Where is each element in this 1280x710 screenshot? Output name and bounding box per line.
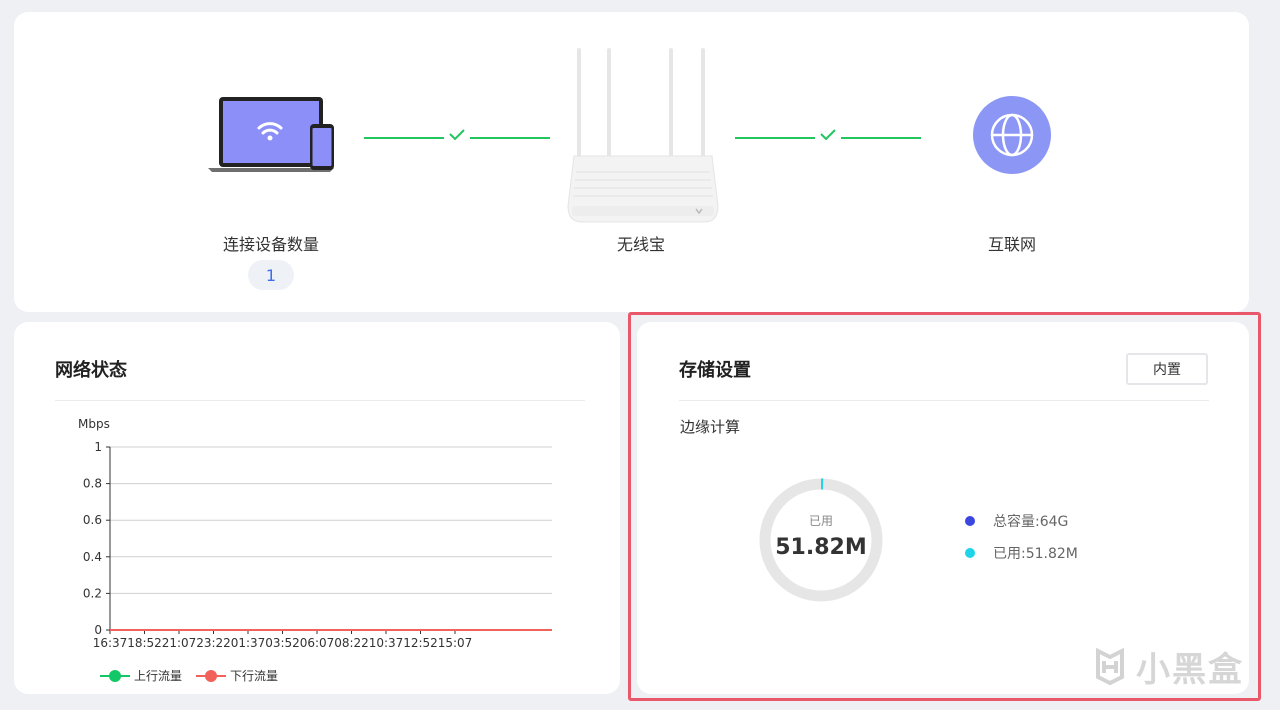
watermark-text: 小黑盒 <box>1136 650 1244 690</box>
y-tick-label: 0.6 <box>83 513 102 527</box>
heybox-logo-icon <box>1096 647 1124 685</box>
legend-upload-label: 上行流量 <box>134 669 183 683</box>
network-status-card: 网络状态 Mbps 0 0.2 0.4 0.6 0.8 1 16:37 18:52 21:07… <box>14 322 620 694</box>
y-tick-label: 0.2 <box>83 586 102 600</box>
x-tick-label: 18:52 <box>127 636 162 650</box>
check-icon <box>449 129 465 141</box>
divider <box>679 400 1209 401</box>
x-tick-label: 08:22 <box>334 636 369 650</box>
legend-download-marker <box>196 669 227 682</box>
donut-caption: 已用 51.82M <box>751 512 891 560</box>
y-axis-unit: Mbps <box>78 417 110 431</box>
traffic-line-chart: Mbps 0 0.2 0.4 0.6 0.8 1 16:37 18:52 21:07 23:22… <box>78 417 552 650</box>
legend-used-capacity: 已用:51.82M <box>965 543 1078 563</box>
legend-upload-marker <box>100 669 130 682</box>
x-tick-label: 01:37 <box>231 636 266 650</box>
router-node[interactable] <box>562 46 724 226</box>
donut-used-value: 51.82M <box>775 535 867 560</box>
x-tick-label: 06:07 <box>300 636 335 650</box>
edge-computing-label: 边缘计算 <box>680 418 741 436</box>
x-tick-label: 12:52 <box>403 636 438 650</box>
chart-legend: 上行流量 下行流量 <box>100 667 292 684</box>
legend-upload[interactable]: 上行流量 <box>100 667 182 684</box>
storage-legend: 总容量:64G 已用:51.82M <box>965 511 1078 575</box>
x-tick-label: 10:37 <box>369 636 404 650</box>
divider <box>55 400 585 401</box>
internet-node[interactable] <box>972 95 1052 175</box>
devices-count-badge[interactable]: 1 <box>248 260 294 290</box>
connected-devices-node[interactable] <box>206 94 336 179</box>
network-status-title: 网络状态 <box>55 360 127 381</box>
builtin-storage-button[interactable]: 内置 <box>1126 353 1208 385</box>
x-tick-label: 03:52 <box>265 636 300 650</box>
y-tick-label: 0.4 <box>83 550 102 564</box>
link-connected-1 <box>364 129 550 141</box>
storage-settings-card: 存储设置 内置 边缘计算 已用 51.82M 总容量:64G 已用:51.82M <box>637 322 1249 694</box>
check-icon <box>820 129 836 141</box>
donut-used-label: 已用 <box>808 514 833 528</box>
globe-icon <box>973 96 1051 174</box>
legend-download-label: 下行流量 <box>230 669 279 683</box>
network-topology-card: 连接设备数量 1 无线宝 互联网 <box>14 12 1249 312</box>
link-connected-2 <box>735 129 921 141</box>
laptop-phone-icon <box>208 97 334 172</box>
router-label: 无线宝 <box>616 235 665 254</box>
legend-used-text: 已用:51.82M <box>993 546 1078 562</box>
router-icon <box>567 48 719 223</box>
legend-download[interactable]: 下行流量 <box>196 667 278 684</box>
x-tick-label: 16:37 <box>93 636 128 650</box>
y-tick-label: 1 <box>94 440 102 454</box>
internet-label: 互联网 <box>987 235 1036 254</box>
x-tick-label: 15:07 <box>438 636 473 650</box>
bullet-total-dot <box>965 516 975 526</box>
watermark: 小黑盒 <box>1090 642 1244 691</box>
legend-total-capacity: 总容量:64G <box>965 511 1078 531</box>
legend-total-text: 总容量:64G <box>993 514 1069 530</box>
y-tick-label: 0.8 <box>83 477 102 491</box>
bullet-used-dot <box>965 548 975 558</box>
y-tick-label: 0 <box>94 623 102 637</box>
devices-label: 连接设备数量 <box>222 235 319 254</box>
x-tick-label: 23:22 <box>196 636 231 650</box>
x-tick-label: 21:07 <box>162 636 197 650</box>
storage-title: 存储设置 <box>679 360 751 381</box>
